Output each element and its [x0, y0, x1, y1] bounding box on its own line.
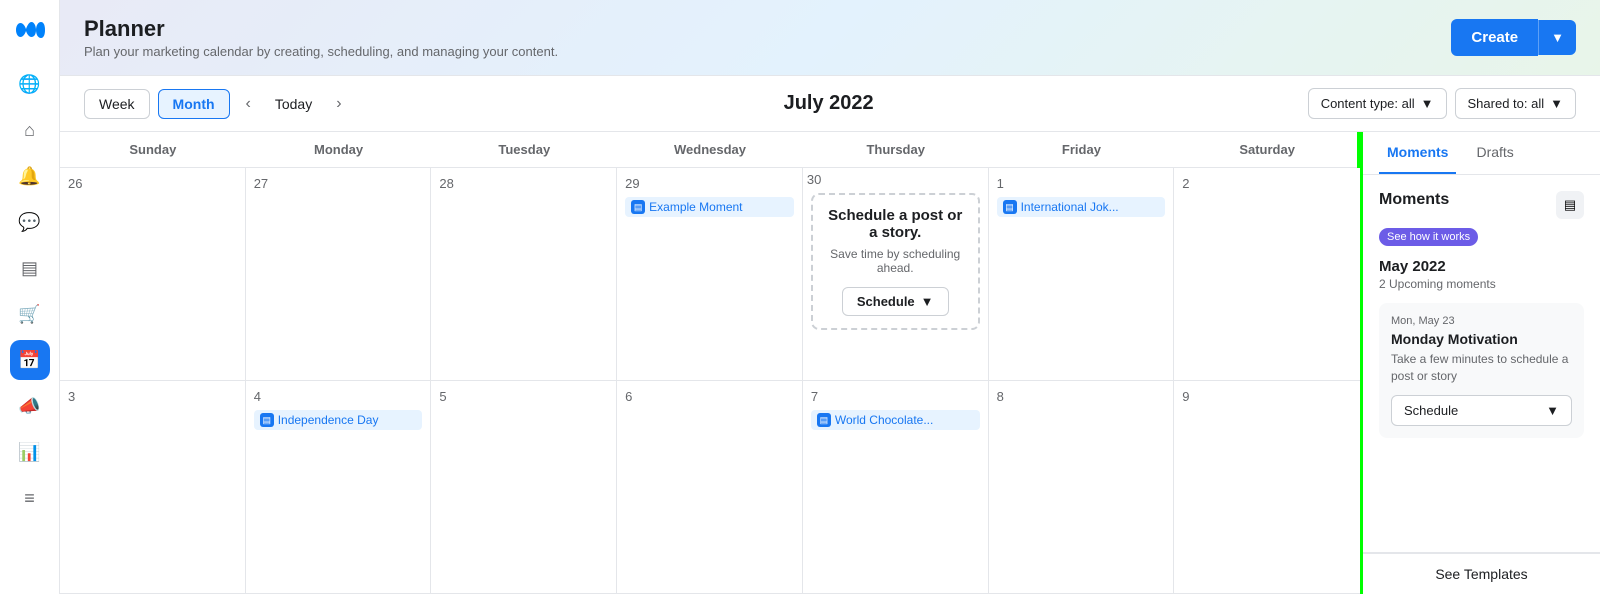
list-item[interactable]: ▤ Independence Day [254, 410, 423, 430]
schedule-button[interactable]: Schedule ▼ [842, 287, 949, 316]
prev-month-button[interactable]: ‹ [238, 91, 259, 117]
sidebar-item-shop[interactable]: 🛒 [10, 294, 50, 334]
create-button-group: Create ▼ [1451, 19, 1576, 56]
header-text: Planner Plan your marketing calendar by … [84, 16, 558, 59]
right-panel: Moments Drafts Moments ▤ See how it work… [1360, 132, 1600, 594]
sidebar-item-planner[interactable]: 📅 [10, 340, 50, 380]
sidebar-item-menu[interactable]: ≡ [10, 478, 50, 518]
current-month-title: July 2022 [358, 92, 1300, 115]
sidebar: 🌐 ⌂ 🔔 💬 ▤ 🛒 📅 📣 📊 ≡ [0, 0, 60, 594]
next-month-button[interactable]: › [328, 91, 349, 117]
calendar-cell-1: 1 ▤ International Jok... [989, 168, 1175, 381]
event-icon: ▤ [817, 413, 831, 427]
moment-card: Mon, May 23 Monday Motivation Take a few… [1379, 303, 1584, 438]
day-header-tuesday: Tuesday [431, 132, 617, 167]
calendar-cell-5: 5 [431, 381, 617, 594]
chevron-down-icon: ▼ [1421, 96, 1434, 111]
meta-logo-icon[interactable] [12, 12, 48, 48]
main-content: Planner Plan your marketing calendar by … [60, 0, 1600, 594]
sidebar-item-insights[interactable]: 📊 [10, 432, 50, 472]
calendar-cell-4: 4 ▤ Independence Day [246, 381, 432, 594]
day-header-friday: Friday [989, 132, 1175, 167]
calendar-cell-29: 29 ▤ Example Moment [617, 168, 803, 381]
moment-desc: Take a few minutes to schedule a post or… [1391, 351, 1572, 385]
calendar-cell-8: 8 [989, 381, 1175, 594]
month-view-button[interactable]: Month [158, 89, 230, 119]
event-icon: ▤ [260, 413, 274, 427]
day-header-sunday: Sunday [60, 132, 246, 167]
shared-to-filter[interactable]: Shared to: all ▼ [1455, 88, 1576, 119]
moments-icon-button[interactable]: ▤ [1556, 191, 1584, 219]
sidebar-item-globe[interactable]: 🌐 [10, 64, 50, 104]
day-header-wednesday: Wednesday [617, 132, 803, 167]
calendar-cell-7: 7 ▤ World Chocolate... [803, 381, 989, 594]
calendar-cell-30: 30 Schedule a post or a story. Save time… [803, 168, 989, 381]
schedule-prompt-subtitle: Save time by scheduling ahead. [825, 247, 966, 275]
sidebar-item-ads[interactable]: 📣 [10, 386, 50, 426]
see-how-badge[interactable]: See how it works [1379, 228, 1478, 246]
calendar-cell-26: 26 [60, 168, 246, 381]
panel-tabs: Moments Drafts [1363, 132, 1600, 175]
list-item[interactable]: ▤ International Jok... [997, 197, 1166, 217]
week-view-button[interactable]: Week [84, 89, 150, 119]
calendar-cell-6: 6 [617, 381, 803, 594]
calendar-toolbar: Week Month ‹ Today › July 2022 Content t… [60, 76, 1600, 132]
page-subtitle: Plan your marketing calendar by creating… [84, 44, 558, 59]
sidebar-item-messages[interactable]: 💬 [10, 202, 50, 242]
calendar-cell-9: 9 [1174, 381, 1360, 594]
moments-header: Moments ▤ [1379, 191, 1584, 219]
calendar-cell-27: 27 [246, 168, 432, 381]
moments-title: Moments [1379, 191, 1449, 209]
schedule-prompt-title: Schedule a post or a story. [825, 207, 966, 241]
may-title: May 2022 [1379, 258, 1584, 275]
chevron-down-icon: ▼ [1546, 403, 1559, 418]
list-item[interactable]: ▤ World Chocolate... [811, 410, 980, 430]
day-header-thursday: Thursday [803, 132, 989, 167]
see-templates-button[interactable]: See Templates [1363, 553, 1600, 594]
create-button[interactable]: Create [1451, 19, 1538, 56]
moment-date: Mon, May 23 [1391, 315, 1572, 327]
calendar: Sunday Monday Tuesday Wednesday Thursday… [60, 132, 1360, 594]
today-button[interactable]: Today [267, 92, 320, 116]
calendar-cell-28: 28 [431, 168, 617, 381]
day-header-monday: Monday [246, 132, 432, 167]
page-header: Planner Plan your marketing calendar by … [60, 0, 1600, 76]
tab-moments[interactable]: Moments [1379, 132, 1456, 174]
moment-schedule-dropdown[interactable]: Schedule ▼ [1391, 395, 1572, 426]
calendar-grid: 26 27 28 29 ▤ Example Moment 30 [60, 168, 1360, 594]
content-type-filter[interactable]: Content type: all ▼ [1308, 88, 1447, 119]
sidebar-item-home[interactable]: ⌂ [10, 110, 50, 150]
event-icon: ▤ [631, 200, 645, 214]
list-item[interactable]: ▤ Example Moment [625, 197, 794, 217]
tab-drafts[interactable]: Drafts [1468, 132, 1521, 174]
panel-content: Moments ▤ See how it works May 2022 2 Up… [1363, 175, 1600, 552]
day-headers: Sunday Monday Tuesday Wednesday Thursday… [60, 132, 1360, 168]
page-title: Planner [84, 16, 558, 42]
upcoming-count: 2 Upcoming moments [1379, 277, 1584, 291]
schedule-prompt: Schedule a post or a story. Save time by… [811, 193, 980, 330]
calendar-container: Sunday Monday Tuesday Wednesday Thursday… [60, 132, 1600, 594]
day-header-saturday: Saturday [1174, 132, 1360, 167]
sidebar-item-pages[interactable]: ▤ [10, 248, 50, 288]
calendar-cell-2: 2 [1174, 168, 1360, 381]
chevron-down-icon: ▼ [1550, 96, 1563, 111]
moment-name: Monday Motivation [1391, 331, 1572, 347]
event-icon: ▤ [1003, 200, 1017, 214]
sidebar-item-notifications[interactable]: 🔔 [10, 156, 50, 196]
chevron-down-icon: ▼ [921, 294, 934, 309]
calendar-cell-3: 3 [60, 381, 246, 594]
create-dropdown-button[interactable]: ▼ [1538, 20, 1576, 55]
panel-footer: See Templates [1363, 552, 1600, 594]
